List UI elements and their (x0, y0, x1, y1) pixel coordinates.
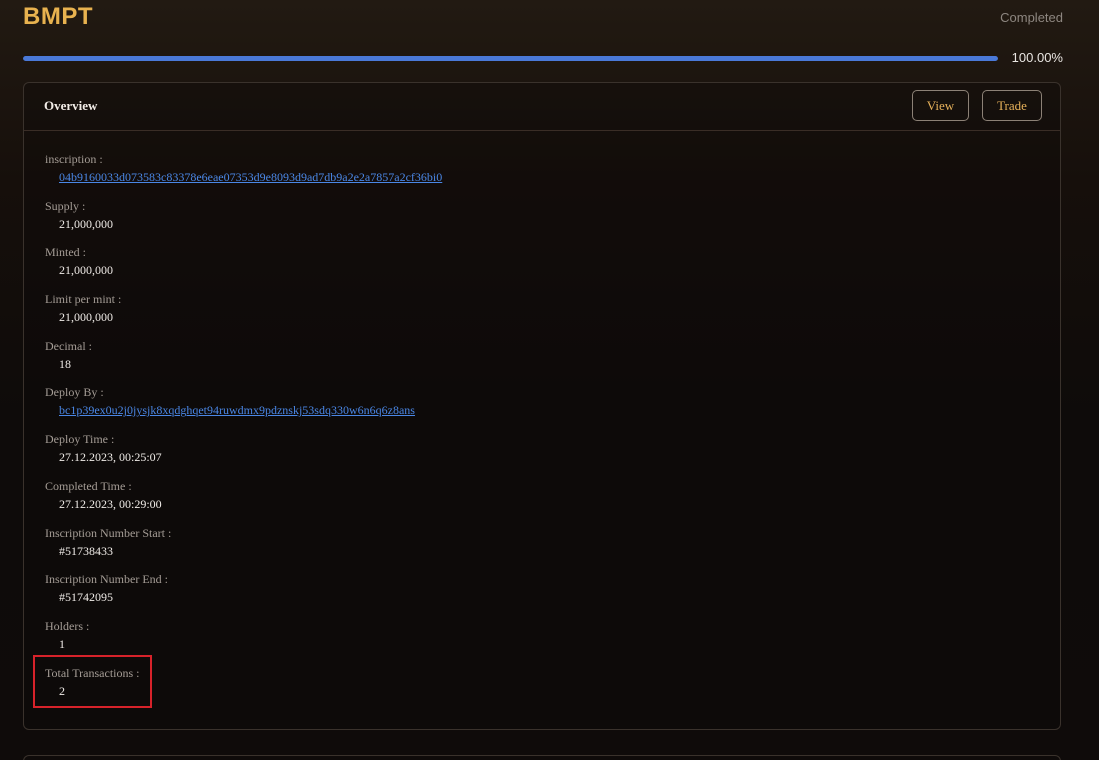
field-value: 27.12.2023, 00:25:07 (59, 450, 162, 465)
field-value: 27.12.2023, 00:29:00 (59, 496, 162, 511)
field-limit-per-mint: Limit per mint : 21,000,000 (45, 292, 442, 339)
field-value: #51738433 (59, 543, 113, 558)
field-value: 18 (59, 356, 71, 371)
field-list: inscription : 04b9160033d073583c83378e6e… (45, 152, 442, 712)
field-label: Total Transactions : (45, 665, 140, 680)
field-label: Deploy By : (45, 385, 104, 400)
field-decimal: Decimal : 18 (45, 339, 442, 386)
field-label: Decimal : (45, 338, 92, 353)
field-completed-time: Completed Time : 27.12.2023, 00:29:00 (45, 479, 442, 526)
field-label: Inscription Number End : (45, 572, 168, 587)
overview-card: Overview View Trade inscription : 04b916… (23, 82, 1061, 730)
field-value: 21,000,000 (59, 310, 113, 325)
field-label: Supply : (45, 198, 86, 213)
progress-bar (23, 56, 998, 61)
view-button[interactable]: View (912, 90, 969, 121)
field-holders: Holders : 1 (45, 619, 442, 666)
progress-percent: 100.00% (1011, 50, 1063, 65)
field-value: 1 (59, 636, 65, 651)
field-label: Holders : (45, 618, 90, 633)
inscription-link[interactable]: 04b9160033d073583c83378e6eae07353d9e8093… (45, 170, 442, 184)
field-inscription-number-end: Inscription Number End : #51742095 (45, 572, 442, 619)
next-card (23, 755, 1061, 760)
field-supply: Supply : 21,000,000 (45, 199, 442, 246)
field-label: inscription : (45, 152, 103, 166)
overview-title: Overview (44, 98, 98, 113)
field-label: Minted : (45, 245, 86, 260)
trade-button[interactable]: Trade (982, 90, 1042, 121)
field-value: 2 (59, 683, 65, 698)
field-value: 21,000,000 (59, 263, 113, 278)
field-inscription-number-start: Inscription Number Start : #51738433 (45, 526, 442, 573)
token-title: BMPT (23, 3, 93, 30)
field-minted: Minted : 21,000,000 (45, 245, 442, 292)
field-inscription: inscription : 04b9160033d073583c83378e6e… (45, 152, 442, 199)
deployer-address-link[interactable]: bc1p39ex0u2j0jysjk8xqdghqet94ruwdmx9pdzn… (45, 403, 442, 417)
field-label: Completed Time : (45, 478, 132, 493)
field-label: Limit per mint : (45, 292, 122, 307)
field-value: #51742095 (59, 590, 113, 605)
field-deploy-time: Deploy Time : 27.12.2023, 00:25:07 (45, 432, 442, 479)
status-text: Completed (1000, 10, 1063, 25)
progress-fill (23, 56, 998, 61)
field-label: Inscription Number Start : (45, 525, 172, 540)
field-value: 21,000,000 (59, 216, 113, 231)
field-label: Deploy Time : (45, 432, 115, 447)
overview-header: Overview View Trade (24, 83, 1060, 131)
field-total-transactions: Total Transactions : 2 (45, 666, 442, 713)
field-deploy-by: Deploy By : bc1p39ex0u2j0jysjk8xqdghqet9… (45, 385, 442, 432)
